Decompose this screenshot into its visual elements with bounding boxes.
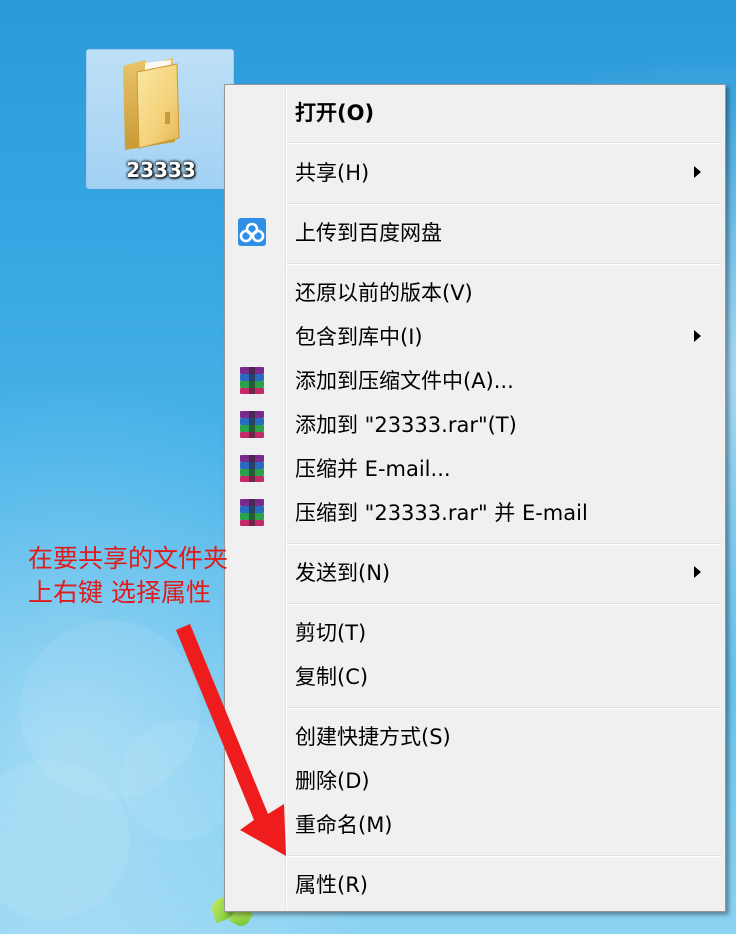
menu-item-label: 属性(R) [295, 873, 368, 897]
annotation-text: 在要共享的文件夹 上右键 选择属性 [28, 542, 228, 610]
menu-item-compress-to-rar-email[interactable]: 压缩到 "23333.rar" 并 E-mail [227, 492, 723, 532]
menu-item-compress-email[interactable]: 压缩并 E-mail... [227, 448, 723, 488]
menu-item-share[interactable]: 共享(H) [227, 152, 723, 192]
menu-item-label: 重命名(M) [295, 813, 393, 837]
menu-item-label: 压缩到 "23333.rar" 并 E-mail [295, 501, 588, 525]
menu-item-label: 剪切(T) [295, 621, 367, 645]
menu-item-label: 添加到压缩文件中(A)... [295, 369, 514, 393]
menu-item-send-to[interactable]: 发送到(N) [227, 552, 723, 592]
folder-icon [123, 58, 180, 150]
menu-item-properties[interactable]: 属性(R) [227, 864, 723, 904]
menu-item-label: 共享(H) [295, 161, 370, 185]
desktop-folder-item[interactable]: 23333 [86, 49, 234, 189]
menu-item-open[interactable]: 打开(O) [227, 92, 723, 132]
menu-item-delete[interactable]: 删除(D) [227, 760, 723, 800]
menu-item-restore-previous-versions[interactable]: 还原以前的版本(V) [227, 272, 723, 312]
menu-item-label: 包含到库中(I) [295, 325, 423, 349]
menu-separator [287, 707, 721, 709]
folder-name-label: 23333 [126, 158, 196, 182]
menu-item-upload-baidu[interactable]: 上传到百度网盘 [227, 212, 723, 252]
menu-item-label: 发送到(N) [295, 561, 391, 585]
menu-separator [287, 263, 721, 265]
menu-item-label: 上传到百度网盘 [295, 221, 442, 245]
menu-item-label: 压缩并 E-mail... [295, 457, 451, 481]
menu-item-rename[interactable]: 重命名(M) [227, 804, 723, 844]
baidu-netdisk-icon [238, 218, 266, 246]
winrar-icon [240, 455, 264, 482]
menu-item-label: 打开(O) [295, 101, 375, 125]
menu-separator [287, 855, 721, 857]
annotation-line: 上右键 选择属性 [28, 578, 211, 607]
winrar-icon [240, 367, 264, 394]
bokeh-light [120, 720, 240, 840]
menu-item-label: 删除(D) [295, 769, 370, 793]
menu-item-add-to-rar[interactable]: 添加到 "23333.rar"(T) [227, 404, 723, 444]
menu-item-add-to-archive[interactable]: 添加到压缩文件中(A)... [227, 360, 723, 400]
menu-item-label: 还原以前的版本(V) [295, 281, 473, 305]
menu-separator [287, 142, 721, 144]
winrar-icon [240, 411, 264, 438]
submenu-arrow-icon [694, 330, 701, 342]
submenu-arrow-icon [694, 566, 701, 578]
menu-separator [287, 603, 721, 605]
menu-separator [287, 543, 721, 545]
menu-item-label: 复制(C) [295, 665, 369, 689]
annotation-line: 在要共享的文件夹 [28, 544, 229, 573]
submenu-arrow-icon [694, 166, 701, 178]
context-menu: 打开(O) 共享(H) 上传到百度网盘 还原以前的版本(V) 包含到库中(I) … [224, 84, 726, 912]
menu-item-include-in-library[interactable]: 包含到库中(I) [227, 316, 723, 356]
menu-item-copy[interactable]: 复制(C) [227, 656, 723, 696]
menu-separator [287, 203, 721, 205]
menu-item-cut[interactable]: 剪切(T) [227, 612, 723, 652]
menu-item-label: 添加到 "23333.rar"(T) [295, 413, 517, 437]
menu-item-create-shortcut[interactable]: 创建快捷方式(S) [227, 716, 723, 756]
winrar-icon [240, 499, 264, 526]
menu-item-label: 创建快捷方式(S) [295, 725, 451, 749]
